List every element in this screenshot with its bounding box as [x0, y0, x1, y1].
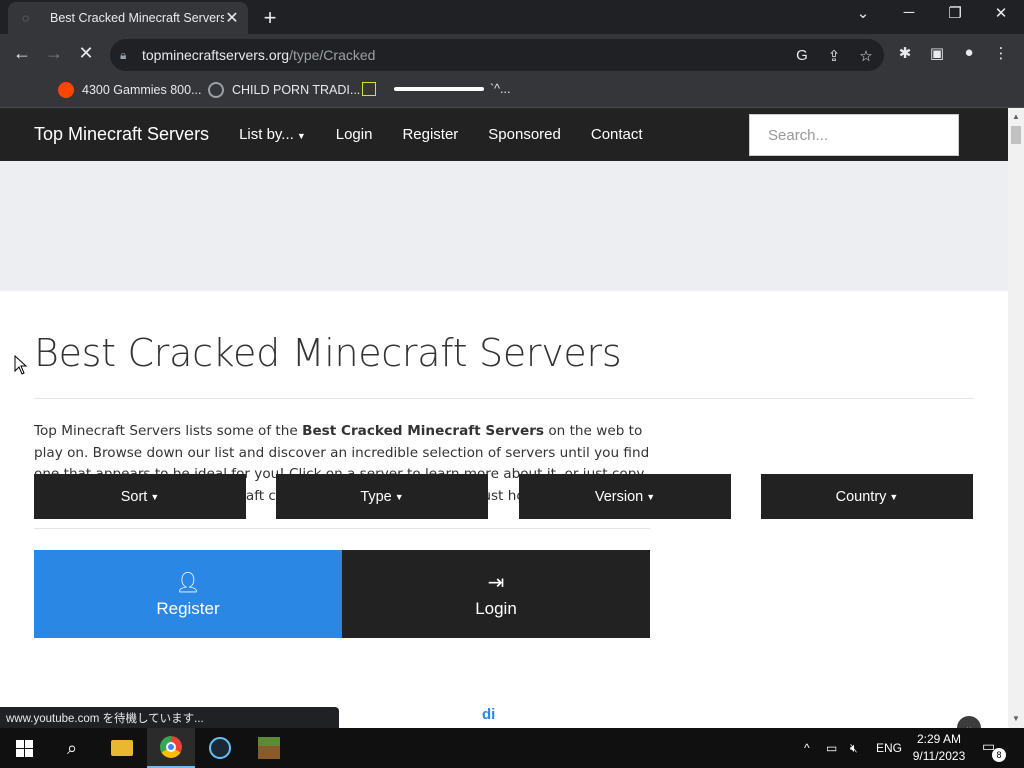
forward-button[interactable]: →: [42, 43, 66, 64]
minecraft-icon: [258, 737, 280, 759]
scroll-down-icon[interactable]: ▼: [1012, 714, 1020, 723]
user-icon: 👤︎: [175, 571, 201, 594]
site-brand[interactable]: Top Minecraft Servers: [34, 124, 209, 145]
type-dropdown[interactable]: Type ▼: [276, 474, 488, 519]
windows-taskbar: ⌕ ^ ▭ 🔇︎ ENG 2:29 AM 9/11/2023 ▭ 8: [0, 728, 1024, 768]
profile-icon[interactable]: ●: [958, 44, 980, 61]
chrome-icon: [160, 736, 182, 758]
taskbar-minecraft[interactable]: [245, 728, 293, 768]
tab-title: Best Cracked Minecraft Servers: [50, 11, 224, 25]
start-button[interactable]: [0, 728, 48, 768]
login-button[interactable]: ⇥ Login: [342, 550, 650, 638]
ad-banner: [0, 161, 1008, 291]
caret-down-icon: ▼: [889, 491, 899, 502]
web-page: Top Minecraft Servers List by... ▼ Login …: [0, 108, 1008, 705]
new-tab-button[interactable]: +: [258, 5, 282, 31]
scroll-up-icon[interactable]: ▲: [1012, 112, 1020, 121]
globe-icon: [208, 82, 224, 98]
windows-icon: [15, 739, 33, 757]
taskbar-steam[interactable]: [196, 728, 244, 768]
back-button[interactable]: ←: [10, 43, 34, 64]
bookmark-3[interactable]: `^...: [362, 82, 510, 96]
divider: [34, 398, 974, 399]
browser-toolbar: ← → ✕ 🔒︎ topminecraftservers.org/type/Cr…: [0, 34, 1024, 76]
bookmark-1[interactable]: 4300 Gammies 800...: [58, 82, 202, 98]
folder-icon: [111, 740, 133, 756]
network-icon[interactable]: ▭: [826, 728, 837, 768]
caret-down-icon: ▼: [296, 131, 306, 141]
search-icon: ⌕: [66, 737, 78, 758]
country-dropdown[interactable]: Country ▼: [761, 474, 973, 519]
bookmark-star-icon[interactable]: ☆: [856, 47, 876, 65]
bookmarks-bar: 4300 Gammies 800... CHILD PORN TRADI... …: [0, 76, 1024, 108]
clock[interactable]: 2:29 AM 9/11/2023: [905, 731, 973, 765]
nav-list-by[interactable]: List by... ▼: [239, 126, 306, 143]
steam-icon: [209, 737, 231, 759]
address-bar[interactable]: 🔒︎ topminecraftservers.org/type/Cracked …: [110, 39, 884, 71]
sort-dropdown[interactable]: Sort ▼: [34, 474, 246, 519]
mouse-cursor-icon: [14, 355, 28, 375]
stop-loading-button[interactable]: ✕: [74, 43, 98, 64]
sign-in-icon: ⇥: [487, 571, 505, 594]
share-icon[interactable]: ⇪: [824, 47, 844, 65]
di-logo[interactable]: di: [482, 706, 495, 723]
scroll-thumb[interactable]: [1011, 126, 1021, 144]
taskbar-chrome[interactable]: [147, 728, 195, 768]
bookmark-2[interactable]: CHILD PORN TRADI...: [208, 82, 360, 98]
search-button[interactable]: ⌕: [48, 728, 96, 768]
notification-count: 8: [992, 748, 1006, 762]
taskbar-file-explorer[interactable]: [98, 728, 146, 768]
language-indicator[interactable]: ENG: [876, 728, 902, 768]
close-tab-icon[interactable]: ✕: [224, 8, 240, 28]
nav-login[interactable]: Login: [336, 126, 373, 143]
show-hidden-icons[interactable]: ^: [804, 728, 810, 768]
square-icon: [362, 82, 376, 96]
browser-tab[interactable]: ◌ Best Cracked Minecraft Servers ✕: [8, 2, 248, 34]
caret-down-icon: ▼: [394, 491, 404, 502]
status-bar: www.youtube.com を待機しています...: [0, 707, 339, 728]
auth-buttons: 👤︎ Register ⇥ Login: [34, 550, 650, 638]
close-window-button[interactable]: ✕: [978, 4, 1024, 22]
page-title: Best Cracked Minecraft Servers: [34, 331, 622, 375]
side-panel-icon[interactable]: ▣: [926, 44, 948, 62]
filter-row: Sort ▼ Type ▼ Version ▼ Country ▼: [34, 474, 974, 519]
nav-register[interactable]: Register: [402, 126, 458, 143]
tab-strip: ◌ Best Cracked Minecraft Servers ✕ + ⌄ ─…: [0, 0, 1024, 34]
loading-icon: ◌: [22, 11, 30, 25]
divider: [34, 528, 650, 529]
nav-contact[interactable]: Contact: [591, 126, 643, 143]
menu-icon[interactable]: ⋮: [990, 44, 1012, 62]
extensions-icon[interactable]: ✱: [894, 44, 916, 62]
google-lens-icon[interactable]: G: [792, 47, 812, 64]
lock-icon[interactable]: 🔒︎: [120, 48, 136, 63]
nav-sponsored[interactable]: Sponsored: [488, 126, 561, 143]
url-text: topminecraftservers.org/type/Cracked: [142, 47, 376, 63]
page-scrollbar[interactable]: ▲ ▼: [1008, 108, 1024, 728]
site-navbar: Top Minecraft Servers List by... ▼ Login …: [0, 108, 1008, 161]
reddit-icon: [58, 82, 74, 98]
caret-down-icon: ▼: [150, 491, 160, 502]
redacted-scribble: [394, 87, 484, 91]
register-button[interactable]: 👤︎ Register: [34, 550, 342, 638]
search-input[interactable]: [749, 114, 959, 156]
restore-button[interactable]: ❐: [932, 4, 978, 22]
tab-search-button[interactable]: ⌄: [840, 4, 886, 22]
volume-muted-icon[interactable]: 🔇︎: [850, 728, 858, 768]
version-dropdown[interactable]: Version ▼: [519, 474, 731, 519]
caret-down-icon: ▼: [646, 491, 656, 502]
minimize-button[interactable]: ─: [886, 4, 932, 21]
